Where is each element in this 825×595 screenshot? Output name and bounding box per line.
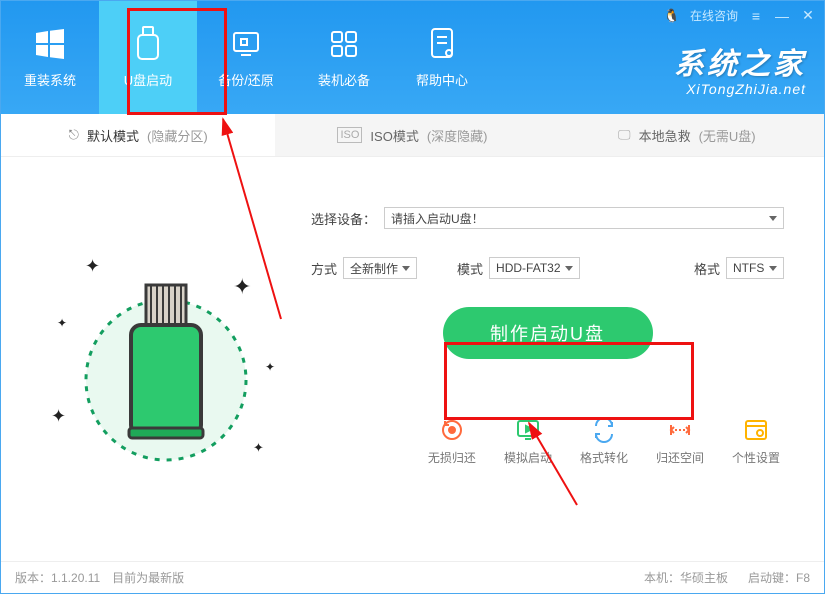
sparkle-icon: ✦	[51, 406, 66, 427]
tool-personalize[interactable]: 个性设置	[732, 417, 780, 466]
mode-hint: (无需U盘)	[699, 126, 756, 145]
tool-label: 模拟启动	[504, 449, 552, 466]
usb-illustration: ✦ ✦ ✦ ✦ ✦ ✦	[21, 177, 301, 543]
window-controls: 🐧 在线咨询 ≡ — ✕	[664, 7, 816, 24]
minimize-button[interactable]: —	[774, 8, 790, 24]
usb-icon: ⎋	[69, 127, 79, 143]
mode-title: 默认模式	[87, 126, 139, 145]
mode-tabs: ⎋ 默认模式 (隐藏分区) ISO ISO模式 (深度隐藏) 🖵 本地急救 (无…	[1, 114, 824, 157]
nav-label: 帮助中心	[416, 70, 468, 89]
windows-icon	[32, 26, 68, 62]
tool-simulate[interactable]: 模拟启动	[504, 417, 552, 466]
top-header: 重装系统 U盘启动 备份/还原 装机必备 帮助中心 🐧	[1, 1, 824, 114]
sparkle-icon: ✦	[57, 316, 67, 330]
brand-logo: 系统之家 XiTongZhiJia.net	[674, 39, 806, 97]
apps-grid-icon	[326, 26, 362, 62]
bootkey-text: 启动键：F8	[748, 569, 810, 586]
nav-usb-boot[interactable]: U盘启动	[99, 1, 197, 114]
sparkle-icon: ✦	[85, 256, 100, 277]
method-select[interactable]: 全新制作	[343, 257, 417, 279]
update-status: 目前为最新版	[112, 569, 184, 586]
screen-icon	[228, 26, 264, 62]
logo-main: 系统之家	[674, 39, 806, 83]
tool-strip: 无损归还 模拟启动 格式转化 归还空间 个性设置	[311, 417, 784, 466]
document-icon	[424, 26, 460, 62]
penguin-icon: 🐧	[664, 8, 680, 24]
tool-restore[interactable]: 无损归还	[428, 417, 476, 466]
nav-help-center[interactable]: 帮助中心	[393, 1, 491, 114]
tool-label: 个性设置	[732, 449, 780, 466]
nav-label: U盘启动	[124, 70, 172, 89]
menu-icon[interactable]: ≡	[748, 8, 764, 24]
top-nav: 重装系统 U盘启动 备份/还原 装机必备 帮助中心	[1, 1, 491, 114]
nav-essential-apps[interactable]: 装机必备	[295, 1, 393, 114]
mode-hint: (深度隐藏)	[427, 126, 488, 145]
nav-label: 重装系统	[24, 70, 76, 89]
nav-reinstall[interactable]: 重装系统	[1, 1, 99, 114]
mode-tab-local[interactable]: 🖵 本地急救 (无需U盘)	[550, 114, 824, 156]
consult-link[interactable]: 在线咨询	[690, 7, 738, 24]
tool-label: 无损归还	[428, 449, 476, 466]
version-text: 版本：1.1.20.11	[15, 569, 100, 586]
board-text: 本机：华硕主板	[644, 569, 728, 586]
nav-label: 装机必备	[318, 70, 370, 89]
method-label: 方式	[311, 259, 337, 278]
tool-label: 格式转化	[580, 449, 628, 466]
monitor-icon: 🖵	[618, 127, 631, 143]
mode-label: 模式	[457, 259, 483, 278]
nav-label: 备份/还原	[218, 70, 274, 89]
tool-return-space[interactable]: 归还空间	[656, 417, 704, 466]
sparkle-icon: ✦	[265, 360, 275, 374]
format-select[interactable]: NTFS	[726, 257, 784, 279]
usb-graphic	[41, 230, 281, 490]
mode-tab-iso[interactable]: ISO ISO模式 (深度隐藏)	[275, 114, 549, 156]
mode-tab-default[interactable]: ⎋ 默认模式 (隐藏分区)	[1, 114, 275, 156]
mode-hint: (隐藏分区)	[147, 126, 208, 145]
convert-icon	[591, 417, 617, 443]
logo-sub: XiTongZhiJia.net	[674, 81, 806, 97]
device-select[interactable]: 请插入启动U盘！	[384, 207, 784, 229]
mode-select[interactable]: HDD-FAT32	[489, 257, 579, 279]
nav-backup-restore[interactable]: 备份/还原	[197, 1, 295, 114]
mode-title: 本地急救	[639, 126, 691, 145]
simulate-icon	[515, 417, 541, 443]
iso-icon: ISO	[337, 127, 362, 143]
space-icon	[667, 417, 693, 443]
restore-icon	[439, 417, 465, 443]
device-label: 选择设备：	[311, 209, 376, 228]
personalize-icon	[743, 417, 769, 443]
tool-label: 归还空间	[656, 449, 704, 466]
main-content: ✦ ✦ ✦ ✦ ✦ ✦ 选择设备： 请插入启动U盘！ 方式 全新制作 模式 HD…	[1, 157, 824, 543]
sparkle-icon: ✦	[253, 440, 264, 456]
close-button[interactable]: ✕	[800, 7, 816, 24]
format-label: 格式	[694, 259, 720, 278]
create-boot-usb-button[interactable]: 制作启动U盘	[443, 307, 653, 359]
status-bar: 版本：1.1.20.11 目前为最新版 本机：华硕主板 启动键：F8	[1, 561, 824, 593]
usb-drive-icon	[130, 26, 166, 62]
mode-title: ISO模式	[370, 126, 418, 145]
sparkle-icon: ✦	[233, 274, 251, 300]
form-panel: 选择设备： 请插入启动U盘！ 方式 全新制作 模式 HDD-FAT32 格式 N…	[301, 177, 804, 543]
tool-format-convert[interactable]: 格式转化	[580, 417, 628, 466]
